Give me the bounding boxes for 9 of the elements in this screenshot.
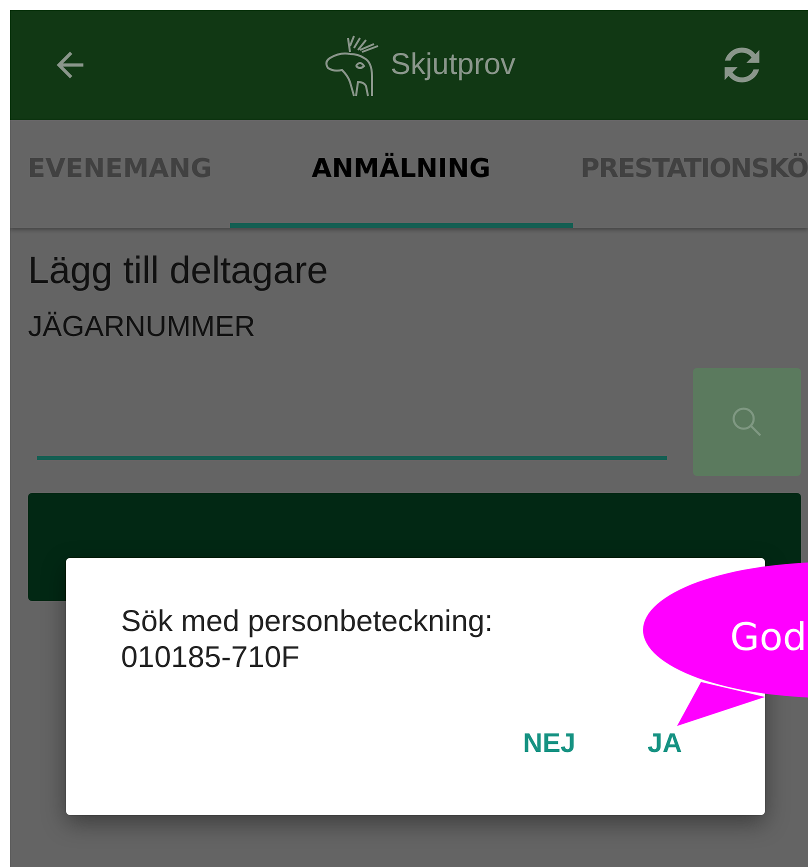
field-label: JÄGARNUMMER [28, 311, 256, 344]
dialog-button[interactable]: JA [641, 728, 688, 758]
tab[interactable]: ANMÄLNING [230, 120, 573, 228]
app-title: Skjutprov [390, 48, 516, 82]
callout-text: God [730, 615, 807, 659]
dialog-message: Sök med personbeteckning: [121, 604, 494, 640]
dialog-value: 010185-710F [121, 640, 300, 676]
dialog-button[interactable]: NEJ [516, 728, 582, 758]
section-title: Lägg till deltagare [28, 250, 329, 293]
